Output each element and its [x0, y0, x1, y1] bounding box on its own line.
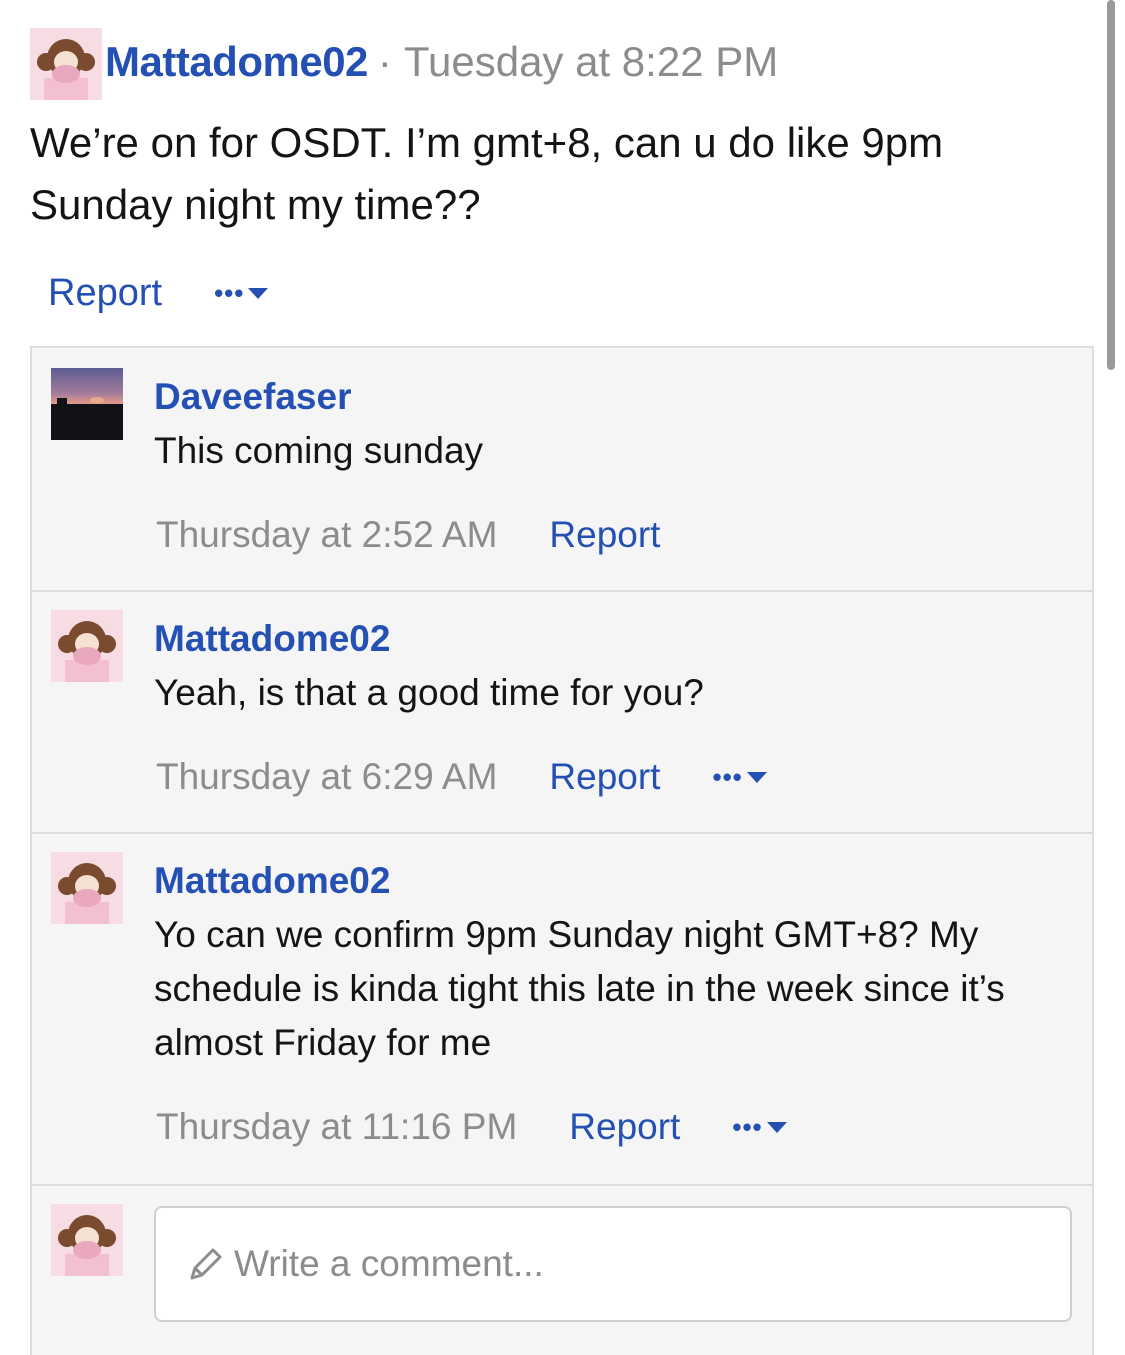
post-author-avatar[interactable]	[30, 28, 102, 100]
comment-item: Mattadome02 Yo can we confirm 9pm Sunday…	[32, 832, 1092, 1186]
commenter-avatar[interactable]	[51, 368, 123, 440]
post-report-link[interactable]: Report	[48, 272, 162, 315]
comment-item: Daveefaser This coming sunday Thursday a…	[32, 348, 1092, 592]
commenter-name[interactable]: Daveefaser	[154, 376, 351, 418]
chevron-down-icon	[746, 771, 767, 783]
comment-text: This coming sunday	[154, 430, 484, 471]
more-dots: •••	[712, 762, 743, 792]
comments-section: Daveefaser This coming sunday Thursday a…	[30, 346, 1094, 1355]
comment-item: Mattadome02 Yeah, is that a good time fo…	[32, 590, 1092, 834]
commenter-avatar[interactable]	[51, 610, 123, 682]
post-actions: Report •••	[48, 268, 269, 318]
commenter-name[interactable]: Mattadome02	[154, 618, 390, 660]
header-separator: ·	[377, 38, 392, 85]
post-timestamp[interactable]: Tuesday at 8:22 PM	[404, 38, 778, 86]
post-body: We’re on for OSDT. I’m gmt+8, can u do l…	[30, 119, 944, 228]
comment-timestamp[interactable]: Thursday at 2:52 AM	[156, 514, 497, 556]
comment-timestamp[interactable]: Thursday at 11:16 PM	[156, 1106, 517, 1148]
comment-input[interactable]: Write a comment...	[154, 1206, 1072, 1322]
comment-report-link[interactable]: Report	[549, 514, 660, 556]
thread-page: Mattadome02 · Tuesday at 8:22 PM We’re o…	[0, 0, 1125, 1355]
comment-more-menu[interactable]: •••	[732, 1112, 787, 1142]
comment-report-link[interactable]: Report	[569, 1106, 680, 1148]
post-header: Mattadome02 · Tuesday at 8:22 PM	[105, 34, 778, 90]
comment-report-link[interactable]: Report	[549, 756, 660, 798]
commenter-name[interactable]: Mattadome02	[154, 860, 390, 902]
chevron-down-icon	[766, 1121, 787, 1133]
comment-text: Yo can we confirm 9pm Sunday night GMT+8…	[154, 914, 1005, 1063]
chevron-down-icon	[248, 287, 269, 299]
pencil-icon	[190, 1248, 222, 1280]
scrollbar[interactable]	[1107, 0, 1115, 370]
comment-timestamp[interactable]: Thursday at 6:29 AM	[156, 756, 497, 798]
current-user-avatar[interactable]	[51, 1204, 123, 1276]
more-dots: •••	[732, 1112, 763, 1142]
post-author-name[interactable]: Mattadome02	[105, 38, 368, 86]
post-more-menu[interactable]: •••	[214, 278, 269, 308]
more-dots: •••	[214, 278, 245, 308]
commenter-avatar[interactable]	[51, 852, 123, 924]
comment-meta: Thursday at 2:52 AM Report	[156, 510, 660, 560]
comment-meta: Thursday at 6:29 AM Report •••	[156, 752, 767, 802]
comment-input-placeholder: Write a comment...	[234, 1243, 544, 1284]
comment-meta: Thursday at 11:16 PM Report •••	[156, 1102, 787, 1152]
comment-text: Yeah, is that a good time for you?	[154, 672, 704, 713]
comment-more-menu[interactable]: •••	[712, 762, 767, 792]
